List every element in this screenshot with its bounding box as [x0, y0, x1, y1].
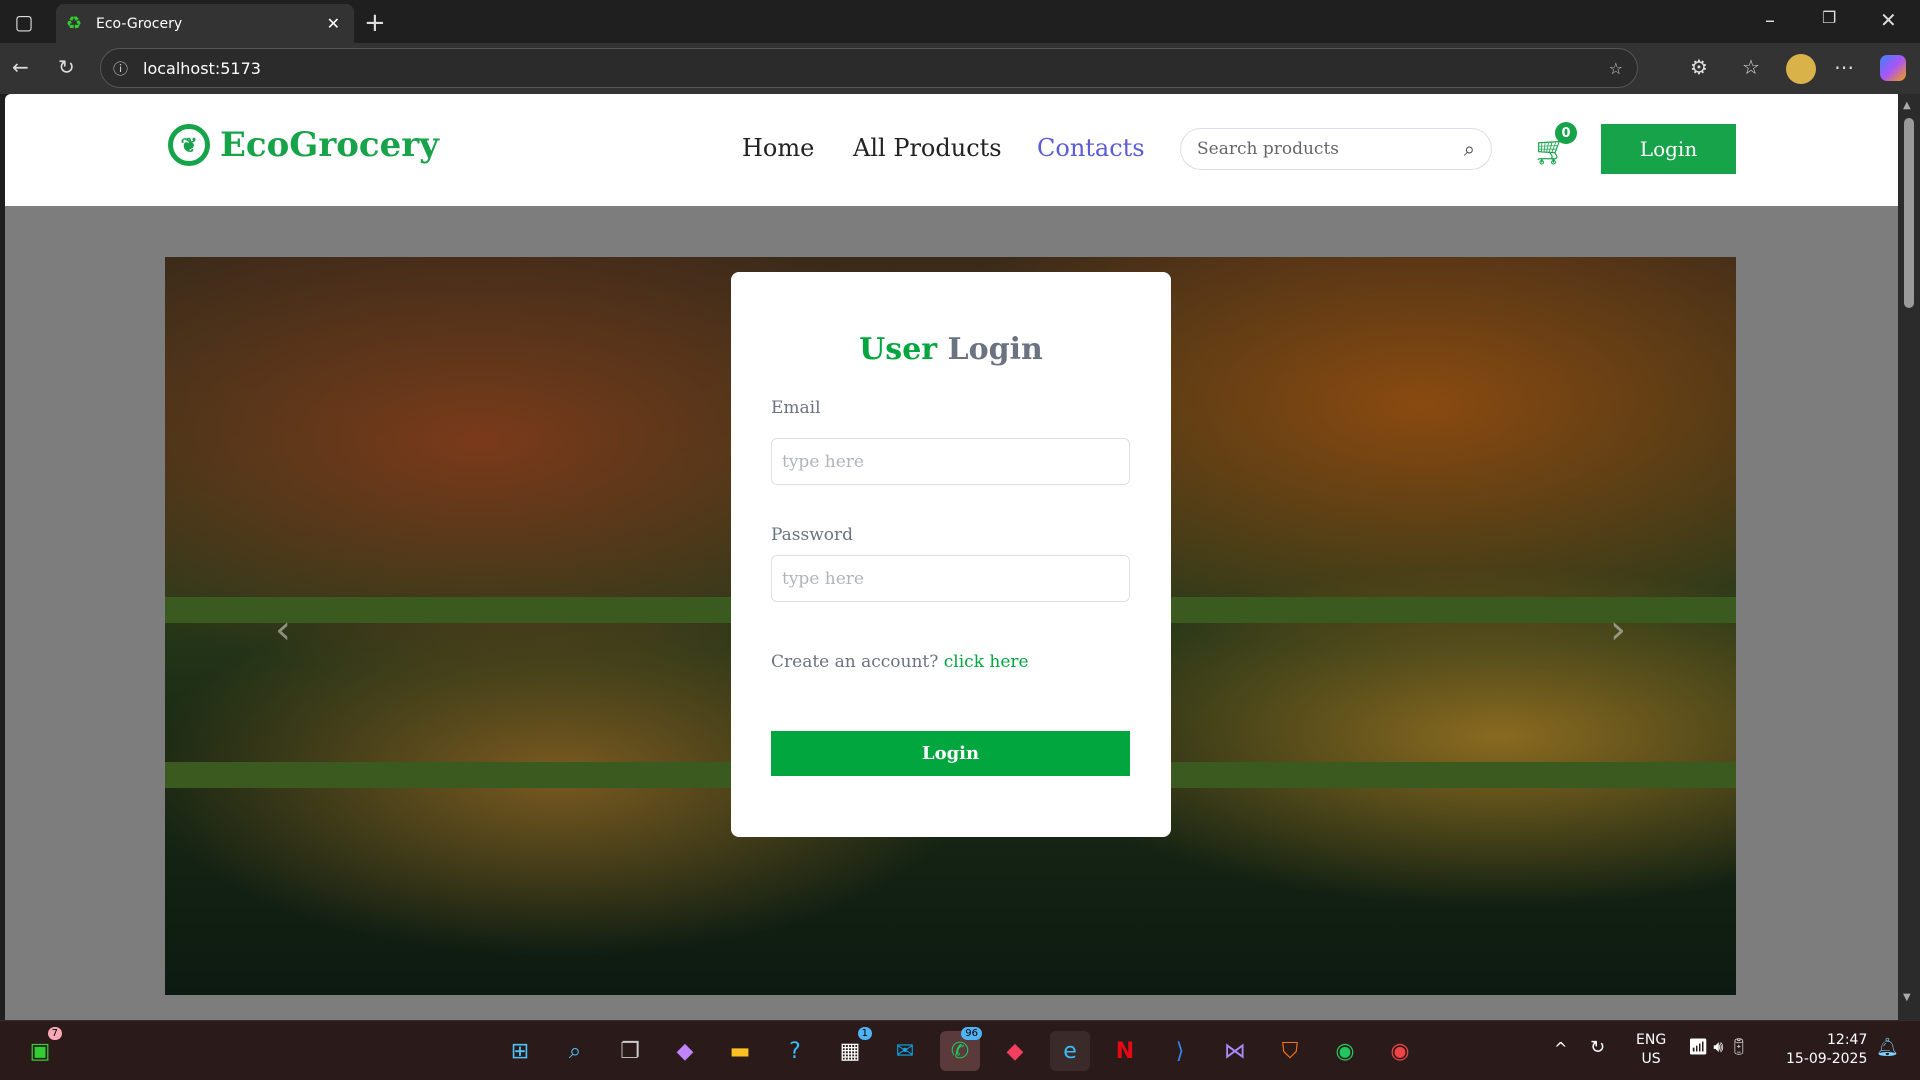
leaf-icon: ❦: [168, 124, 210, 166]
signup-link[interactable]: click here: [944, 652, 1029, 672]
extensions-icon[interactable]: ⚙: [1690, 55, 1708, 79]
date-text: 15-09-2025: [1786, 1051, 1868, 1067]
sidebar-toggle-icon[interactable]: ▢: [12, 10, 36, 34]
brave-icon[interactable]: ⛉: [1270, 1031, 1310, 1071]
favorite-star-icon[interactable]: ☆: [1609, 59, 1623, 78]
scroll-up-icon[interactable]: ▲: [1903, 100, 1911, 111]
clock[interactable]: 12:47 15-09-2025: [1786, 1031, 1867, 1069]
language-indicator[interactable]: ENG US: [1636, 1031, 1666, 1069]
favorites-icon[interactable]: ☆: [1742, 55, 1760, 79]
store-count-badge: 1: [857, 1027, 872, 1040]
reload-icon[interactable]: ↻: [58, 55, 75, 79]
login-card: User Login Email Password Create an acco…: [731, 272, 1171, 837]
url-input[interactable]: ⓘ localhost:5173 ☆: [100, 48, 1638, 88]
edge-icon[interactable]: e: [1050, 1031, 1090, 1071]
wifi-volume-battery-icons[interactable]: 📶︎ 🔊︎ 🔋︎: [1688, 1037, 1749, 1057]
nav-all-products[interactable]: All Products: [853, 134, 1002, 162]
carousel-prev-icon[interactable]: ‹: [275, 607, 291, 653]
browser-tab[interactable]: ♻ Eco-Grocery ✕: [56, 4, 354, 43]
carousel-next-icon[interactable]: ›: [1610, 607, 1626, 653]
time-text: 12:47: [1827, 1032, 1868, 1048]
login-submit-button[interactable]: Login: [771, 731, 1130, 776]
minimize-icon[interactable]: –: [1765, 8, 1775, 32]
back-icon[interactable]: ←: [12, 55, 29, 79]
sync-icon[interactable]: ↻: [1590, 1037, 1605, 1058]
search-taskbar-icon[interactable]: ⌕: [555, 1031, 595, 1071]
address-bar-row: ← ↻ ⓘ localhost:5173 ☆ ⚙ ☆ ⋯: [0, 43, 1920, 94]
favicon-icon: ♻: [66, 13, 83, 34]
tray-chevron-icon[interactable]: ^: [1554, 1039, 1567, 1058]
scroll-down-icon[interactable]: ▼: [1903, 992, 1911, 1003]
chrome-icon[interactable]: ◉: [1325, 1031, 1365, 1071]
close-tab-icon[interactable]: ✕: [327, 14, 340, 33]
file-explorer-icon[interactable]: ▬: [720, 1031, 760, 1071]
login-title: User Login: [731, 332, 1171, 367]
logo-text: EcoGrocery: [220, 125, 439, 165]
store-badge: 7: [47, 1027, 62, 1040]
notification-bell-icon[interactable]: 🔔︎: [1876, 1037, 1899, 1058]
region-text: US: [1641, 1051, 1661, 1067]
password-field[interactable]: [771, 555, 1130, 602]
password-label: Password: [771, 525, 854, 545]
web-page: ❦ EcoGrocery Home All Products Contacts …: [5, 94, 1898, 1020]
task-view-icon[interactable]: ❐: [610, 1031, 650, 1071]
close-window-icon[interactable]: ✕: [1880, 8, 1897, 32]
browser-tab-bar: ▢ ♻ Eco-Grocery ✕ + – ❐ ✕: [0, 0, 1920, 43]
whatsapp-icon[interactable]: ✆ 96: [940, 1027, 982, 1071]
nav-contacts[interactable]: Contacts: [1037, 134, 1145, 162]
outlook-icon[interactable]: ✉: [885, 1031, 925, 1071]
title-rest: Login: [947, 332, 1043, 367]
profile-avatar[interactable]: [1786, 54, 1816, 84]
vscode-icon[interactable]: ⟩: [1160, 1031, 1200, 1071]
search-icon[interactable]: ⌕: [1464, 137, 1475, 161]
tab-title: Eco-Grocery: [96, 15, 183, 32]
header-login-button[interactable]: Login: [1601, 124, 1736, 174]
cart-count-badge: 0: [1555, 122, 1577, 144]
title-accent: User: [859, 332, 938, 367]
url-text: localhost:5173: [143, 58, 261, 78]
copilot-taskbar-icon[interactable]: ◆: [665, 1031, 705, 1071]
site-info-icon[interactable]: ⓘ: [113, 58, 128, 79]
taskbar: ▣ 7 ⊞ ⌕ ❐ ◆ ▬ ? ▦ 1 ✉ ✆ 96 ◆ e N ⟩ ⋈ ⛉ ◉ ◉ …: [0, 1020, 1920, 1080]
copilot-icon[interactable]: [1880, 55, 1906, 81]
start-icon[interactable]: ⊞: [500, 1031, 540, 1071]
chrome-profile-icon[interactable]: ◉: [1380, 1031, 1420, 1071]
help-icon[interactable]: ?: [775, 1031, 815, 1071]
more-menu-icon[interactable]: ⋯: [1834, 55, 1854, 79]
whatsapp-badge: 96: [961, 1027, 982, 1040]
page-scrollbar[interactable]: ▲ ▼: [1898, 94, 1920, 1020]
nav-home[interactable]: Home: [742, 134, 814, 162]
restore-icon[interactable]: ❐: [1822, 8, 1836, 27]
scrollbar-thumb[interactable]: [1904, 118, 1914, 308]
search-input[interactable]: Search products ⌕: [1180, 128, 1492, 170]
ms-store-icon[interactable]: ▦ 1: [830, 1027, 872, 1071]
email-label: Email: [771, 398, 821, 418]
lang-text: ENG: [1636, 1032, 1667, 1048]
create-account-prompt: Create an account?: [771, 652, 939, 672]
email-field[interactable]: [771, 438, 1130, 485]
logo[interactable]: ❦ EcoGrocery: [168, 124, 439, 166]
app-diamond-icon[interactable]: ◆: [995, 1031, 1035, 1071]
search-placeholder: Search products: [1197, 139, 1339, 159]
new-tab-icon[interactable]: +: [364, 8, 386, 38]
cart-icon[interactable]: 🛒︎ 0: [1533, 122, 1577, 167]
visual-studio-icon[interactable]: ⋈: [1215, 1031, 1255, 1071]
site-header: ❦ EcoGrocery Home All Products Contacts …: [5, 94, 1898, 206]
store-app-icon[interactable]: ▣ 7: [20, 1027, 62, 1071]
netflix-icon[interactable]: N: [1105, 1031, 1145, 1071]
create-account-text: Create an account? click here: [771, 652, 1029, 672]
